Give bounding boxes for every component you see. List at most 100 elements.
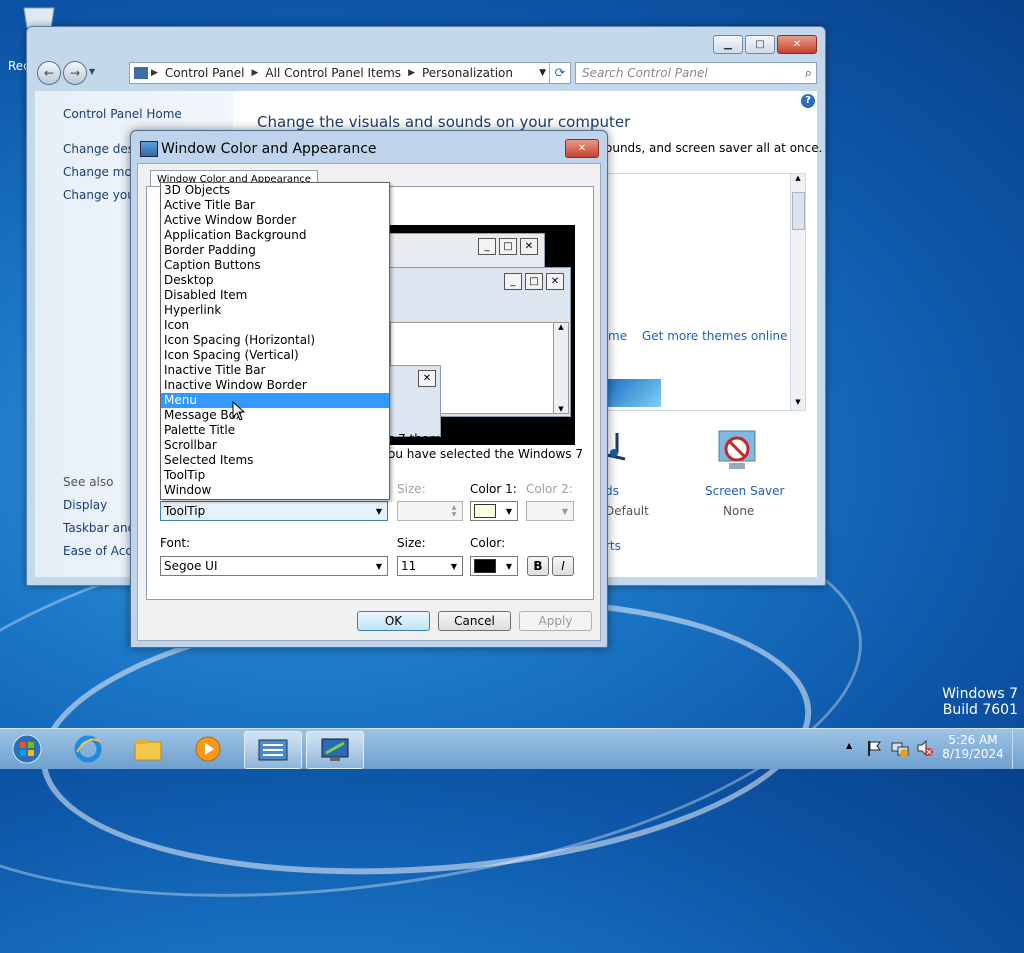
ok-button[interactable]: OK xyxy=(357,611,430,631)
font-combobox-value: Segoe UI xyxy=(164,559,218,573)
chevron-down-icon[interactable]: ▼ xyxy=(539,68,546,78)
page-title: Change the visuals and sounds on your co… xyxy=(257,113,631,131)
ease-of-access-link[interactable]: Ease of Acce xyxy=(63,544,139,558)
preview-scroll-up-icon: ▲ xyxy=(558,323,564,331)
font-combobox[interactable]: Segoe UI ▼ xyxy=(160,556,388,576)
help-icon[interactable]: ? xyxy=(801,94,815,108)
internet-explorer-icon[interactable] xyxy=(60,731,116,767)
spin-arrows-icon[interactable]: ▲ ▼ xyxy=(446,502,462,520)
list-item[interactable]: Active Window Border xyxy=(161,213,389,228)
screen-saver-icon[interactable] xyxy=(713,427,761,475)
chevron-down-icon[interactable]: ▼ xyxy=(371,557,387,575)
sounds-value-partial: Default xyxy=(605,504,649,518)
sounds-icon[interactable] xyxy=(605,429,627,461)
list-item[interactable]: Hyperlink xyxy=(161,303,389,318)
search-box[interactable]: Search Control Panel ⌕ xyxy=(575,62,817,84)
change-mouse-pointers-link[interactable]: Change mou xyxy=(63,165,139,179)
show-desktop-button[interactable] xyxy=(1012,729,1024,769)
font-size-combobox[interactable]: 11 ▼ xyxy=(397,556,463,576)
recent-pages-dropdown-icon[interactable]: ▼ xyxy=(89,67,95,76)
color1-label: Color 1: xyxy=(470,482,517,496)
color1-button[interactable]: ▼ xyxy=(470,501,518,521)
change-account-picture-link[interactable]: Change your xyxy=(63,188,140,202)
themes-list[interactable] xyxy=(605,173,791,411)
list-item[interactable]: Inactive Window Border xyxy=(161,378,389,393)
maximize-button[interactable]: □ xyxy=(745,35,775,54)
dialog-title: Window Color and Appearance xyxy=(161,141,377,157)
display-link[interactable]: Display xyxy=(63,498,107,512)
volume-muted-icon[interactable] xyxy=(916,739,934,760)
theme-link-partial[interactable]: me xyxy=(608,329,627,343)
chevron-down-icon[interactable]: ▼ xyxy=(501,502,517,520)
show-hidden-icons-button[interactable]: ▲ xyxy=(846,741,852,750)
start-button[interactable] xyxy=(0,731,54,767)
list-item[interactable]: Palette Title xyxy=(161,423,389,438)
forward-button[interactable]: → xyxy=(63,61,87,85)
list-item[interactable]: Border Padding xyxy=(161,243,389,258)
list-item[interactable]: ToolTip xyxy=(161,468,389,483)
breadcrumb-personalization[interactable]: Personalization xyxy=(422,66,513,80)
scroll-up-icon[interactable]: ▲ xyxy=(791,174,805,186)
search-icon[interactable]: ⌕ xyxy=(805,66,812,81)
back-button[interactable]: ← xyxy=(37,61,61,85)
themes-scrollbar[interactable]: ▲ ▼ xyxy=(790,173,806,411)
chevron-down-icon[interactable]: ▼ xyxy=(371,502,387,520)
list-item[interactable]: Icon Spacing (Vertical) xyxy=(161,348,389,363)
chevron-right-icon: ▶ xyxy=(251,68,259,78)
italic-toggle-button[interactable]: I xyxy=(552,556,574,576)
clock-time: 5:26 AM xyxy=(948,733,998,747)
minimize-button[interactable]: ▁ xyxy=(713,35,743,54)
close-button[interactable]: ✕ xyxy=(777,35,817,54)
apply-button[interactable]: Apply xyxy=(519,611,592,631)
file-explorer-icon[interactable] xyxy=(120,731,176,767)
list-item[interactable]: Window xyxy=(161,483,389,498)
breadcrumb-all-items[interactable]: All Control Panel Items xyxy=(265,66,401,80)
chevron-down-icon[interactable]: ▼ xyxy=(501,557,517,575)
theme-thumbnail[interactable] xyxy=(607,379,661,407)
list-item[interactable]: Active Title Bar xyxy=(161,198,389,213)
list-item[interactable]: Scrollbar xyxy=(161,438,389,453)
clock[interactable]: 5:26 AM 8/19/2024 xyxy=(942,733,1004,761)
recycle-bin-icon[interactable] xyxy=(20,6,58,29)
scroll-down-icon[interactable]: ▼ xyxy=(791,398,805,410)
network-icon[interactable] xyxy=(891,739,909,760)
taskbar-window-color-button[interactable] xyxy=(306,731,364,769)
bold-toggle-button[interactable]: B xyxy=(527,556,549,576)
chevron-right-icon: ▶ xyxy=(151,68,158,78)
get-more-themes-link[interactable]: Get more themes online xyxy=(642,329,788,343)
dialog-close-button[interactable]: ✕ xyxy=(565,139,599,158)
breadcrumb-control-panel[interactable]: Control Panel xyxy=(165,66,245,80)
list-item[interactable]: Icon Spacing (Horizontal) xyxy=(161,333,389,348)
chevron-down-icon[interactable]: ▼ xyxy=(557,502,573,520)
refresh-icon[interactable]: ⟳ xyxy=(549,63,570,83)
cancel-button[interactable]: Cancel xyxy=(438,611,511,631)
address-bar[interactable]: ▶ Control Panel ▶ All Control Panel Item… xyxy=(129,62,571,84)
list-item[interactable]: Inactive Title Bar xyxy=(161,363,389,378)
list-item[interactable]: Desktop xyxy=(161,273,389,288)
font-color-button[interactable]: ▼ xyxy=(470,556,518,576)
media-player-icon[interactable] xyxy=(180,731,236,767)
taskbar-link[interactable]: Taskbar and xyxy=(63,521,135,535)
list-item[interactable]: Message Box xyxy=(161,408,389,423)
list-item-highlighted[interactable]: Menu xyxy=(161,393,389,408)
list-item[interactable]: Application Background xyxy=(161,228,389,243)
chevron-down-icon[interactable]: ▼ xyxy=(446,557,462,575)
taskbar-control-panel-button[interactable] xyxy=(244,731,302,769)
list-item[interactable]: Icon xyxy=(161,318,389,333)
list-item[interactable]: Disabled Item xyxy=(161,288,389,303)
action-center-flag-icon[interactable] xyxy=(866,739,882,760)
list-item[interactable]: Caption Buttons xyxy=(161,258,389,273)
list-item[interactable]: Selected Items xyxy=(161,453,389,468)
list-item[interactable]: 3D Objects xyxy=(161,183,389,198)
color2-button[interactable]: ▼ xyxy=(526,501,574,521)
control-panel-home-link[interactable]: Control Panel Home xyxy=(63,107,182,121)
preview-close-icon: ✕ xyxy=(546,273,564,290)
scrollbar-thumb[interactable] xyxy=(792,192,805,230)
screen-saver-link[interactable]: Screen Saver xyxy=(705,484,784,498)
item-size-spinner[interactable]: ▲ ▼ xyxy=(397,501,463,521)
search-input[interactable]: Search Control Panel xyxy=(582,66,708,80)
item-dropdown-list[interactable]: 3D Objects Active Title Bar Active Windo… xyxy=(160,182,390,500)
item-combobox[interactable]: ToolTip ▼ xyxy=(160,501,388,521)
preview-msgbox-close-icon: ✕ xyxy=(418,370,436,387)
item-combobox-value: ToolTip xyxy=(164,504,206,518)
